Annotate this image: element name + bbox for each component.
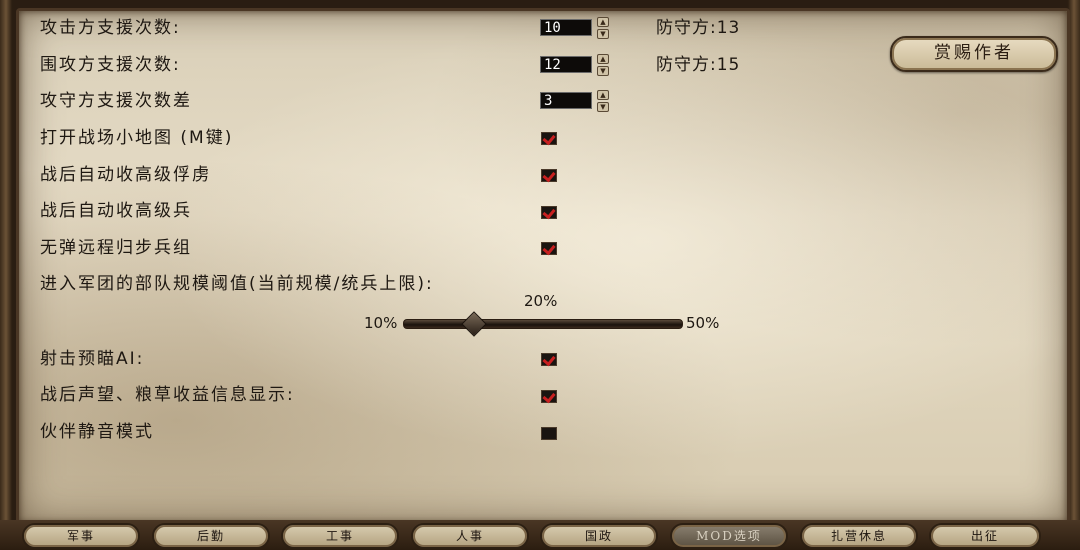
ranged-to-infantry-checkbox[interactable]	[541, 242, 557, 255]
spin-up-icon[interactable]: ▲	[597, 90, 609, 100]
tab-mod-options[interactable]: MOD选项	[670, 523, 788, 549]
companion-mute-checkbox[interactable]	[541, 427, 557, 440]
aim-ai-label: 射击预瞄AI:	[40, 349, 145, 369]
minimap-checkbox[interactable]	[541, 132, 557, 145]
siege-support-input[interactable]: 12	[540, 56, 592, 73]
aim-ai-checkbox[interactable]	[541, 353, 557, 366]
tab-depart[interactable]: 出征	[929, 523, 1041, 549]
tab-logistics[interactable]: 后勤	[152, 523, 270, 549]
tab-state-affairs[interactable]: 国政	[540, 523, 658, 549]
parchment-panel	[16, 8, 1070, 526]
siege-support-spinner[interactable]: ▲ ▼	[597, 54, 609, 76]
reputation-info-checkbox[interactable]	[541, 390, 557, 403]
attacker-defender-value: 防守方:13	[656, 18, 741, 38]
support-diff-label: 攻守方支援次数差	[40, 91, 192, 111]
tab-personnel[interactable]: 人事	[411, 523, 529, 549]
tab-fortifications[interactable]: 工事	[281, 523, 399, 549]
army-threshold-label: 进入军团的部队规模阈值(当前规模/统兵上限):	[40, 274, 434, 294]
spin-down-icon[interactable]: ▼	[597, 102, 609, 112]
auto-prisoners-checkbox[interactable]	[541, 169, 557, 182]
auto-troops-label: 战后自动收高级兵	[40, 201, 192, 221]
support-diff-input[interactable]: 3	[540, 92, 592, 109]
companion-mute-label: 伙伴静音模式	[40, 422, 154, 442]
spin-down-icon[interactable]: ▼	[597, 29, 609, 39]
siege-defender-value: 防守方:15	[656, 55, 741, 75]
spin-up-icon[interactable]: ▲	[597, 54, 609, 64]
reward-author-button[interactable]: 赏赐作者	[890, 36, 1058, 72]
tab-camp-rest[interactable]: 扎营休息	[800, 523, 918, 549]
spin-up-icon[interactable]: ▲	[597, 17, 609, 27]
slider-max-label: 50%	[686, 314, 720, 332]
siege-support-label: 围攻方支援次数:	[40, 55, 181, 75]
minimap-label: 打开战场小地图 (M键)	[40, 128, 234, 148]
spin-down-icon[interactable]: ▼	[597, 66, 609, 76]
auto-troops-checkbox[interactable]	[541, 206, 557, 219]
slider-value-label: 20%	[524, 292, 558, 310]
auto-prisoners-label: 战后自动收高级俘虏	[40, 165, 211, 185]
slider-min-label: 10%	[364, 314, 398, 332]
reputation-info-label: 战后声望、粮草收益信息显示:	[40, 385, 295, 405]
attacker-support-spinner[interactable]: ▲ ▼	[597, 17, 609, 39]
ranged-to-infantry-label: 无弹远程归步兵组	[40, 238, 192, 258]
attacker-support-label: 攻击方支援次数:	[40, 18, 181, 38]
army-threshold-slider[interactable]	[403, 319, 683, 329]
tab-military[interactable]: 军事	[22, 523, 140, 549]
support-diff-spinner[interactable]: ▲ ▼	[597, 90, 609, 112]
attacker-support-input[interactable]: 10	[540, 19, 592, 36]
